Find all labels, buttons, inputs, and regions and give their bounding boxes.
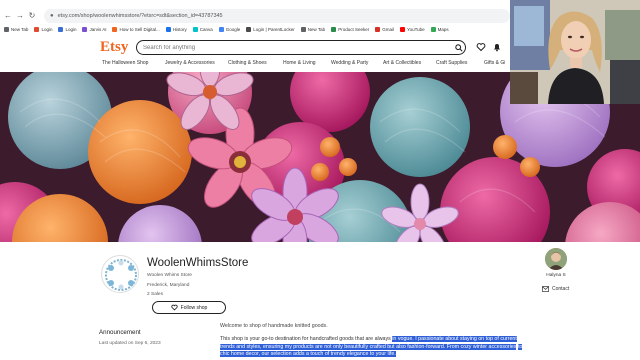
bookmark-icon — [218, 27, 224, 32]
forward-icon[interactable]: → — [14, 10, 26, 22]
heart-icon[interactable] — [476, 42, 486, 52]
presenter-video — [510, 0, 640, 104]
announcement-title: Announcement — [99, 329, 141, 336]
shop-location: Frederick, Maryland — [147, 283, 190, 288]
announcement-date: Last updated on Sep 6, 2023 — [99, 341, 161, 346]
bookmark-label: Canva — [199, 27, 213, 32]
bookmark-icon — [430, 27, 436, 32]
shop-sales: 2 Sales — [147, 292, 163, 297]
bookmark-icon — [399, 27, 405, 32]
nav-category-item[interactable]: Clothing & Shoes — [228, 60, 267, 66]
owner-photo — [545, 248, 567, 270]
shop-name: WoolenWhimsStore — [147, 257, 249, 269]
shop-logo-image — [103, 257, 138, 292]
bookmark-item[interactable]: Gmail — [375, 27, 394, 32]
owner-avatar[interactable] — [545, 248, 567, 270]
nav-category-item[interactable]: The Halloween Shop — [102, 60, 148, 66]
bookmark-item[interactable]: Login — [34, 27, 52, 32]
search-bar[interactable] — [136, 40, 466, 55]
para-highlight-1: in vogue. I passionate about staying on … — [392, 336, 517, 342]
bookmark-icon — [58, 27, 64, 32]
bookmark-label: Login — [65, 27, 77, 32]
bookmark-icon — [112, 27, 118, 32]
announcement-paragraph: This shop is your go-to destination for … — [220, 336, 525, 359]
bookmark-item[interactable]: How to Sell Digital... — [112, 27, 160, 32]
bookmark-label: Gmail — [382, 27, 394, 32]
follow-shop-label: Follow shop — [180, 304, 208, 311]
etsy-logo[interactable]: Etsy — [100, 39, 128, 56]
bookmark-icon — [34, 27, 40, 32]
contact-button[interactable]: Contact — [542, 286, 569, 292]
category-nav: The Halloween Shop Jewelry & Accessories C… — [0, 59, 510, 69]
welcome-text: Welcome to shop of handmade knitted good… — [220, 323, 328, 329]
bookmark-label: History — [172, 27, 187, 32]
bookmark-item[interactable]: Login — [58, 27, 76, 32]
bookmark-item[interactable]: Login | ParentLocker — [246, 27, 295, 32]
bookmark-icon — [300, 27, 306, 32]
bookmark-icon — [165, 27, 171, 32]
bookmark-label: YouTube — [406, 27, 425, 32]
nav-category-item[interactable]: Gifts & Gi — [484, 60, 505, 66]
nav-category-item[interactable]: Art & Collectibles — [383, 60, 421, 66]
bookmarks-bar: New Tab Login Login Jarvis AI How to Sell Di… — [0, 24, 510, 35]
etsy-header: Etsy — [0, 36, 510, 58]
bookmark-icon — [375, 27, 381, 32]
reload-icon[interactable]: ↻ — [26, 10, 38, 22]
bookmark-icon — [192, 27, 198, 32]
bookmark-item[interactable]: New Tab — [300, 27, 326, 32]
envelope-icon — [542, 286, 549, 292]
shop-tagline: Woolen Whims Store — [147, 273, 192, 278]
para-plain: This shop is your go-to destination for … — [220, 336, 393, 342]
bookmark-label: Google — [225, 27, 241, 32]
bookmark-item[interactable]: Google — [218, 27, 241, 32]
bookmark-item[interactable]: History — [165, 27, 187, 32]
bookmark-icon — [4, 27, 9, 32]
follow-shop-button[interactable]: Follow shop — [152, 301, 226, 314]
nav-category-item[interactable]: Jewelry & Accessories — [165, 60, 215, 66]
address-row: ← → ↻ ● etsy.com/shop/woolenwhimsstore/?… — [0, 8, 510, 24]
search-button[interactable] — [452, 41, 465, 54]
search-input[interactable] — [143, 44, 452, 51]
heart-icon — [171, 304, 178, 311]
bookmark-label: New Tab — [307, 27, 326, 32]
url-text: etsy.com/shop/woolenwhimsstore/?etsrc=sd… — [57, 13, 223, 19]
bookmark-label: Maps — [437, 27, 449, 32]
bookmark-label: How to Sell Digital... — [119, 27, 160, 32]
back-icon[interactable]: ← — [2, 10, 14, 22]
contact-label: Contact — [552, 286, 570, 292]
yarn-ball-orange — [88, 100, 192, 204]
bookmark-icon — [331, 27, 337, 32]
bookmark-item[interactable]: Jarvis AI — [82, 27, 106, 32]
webcam-overlay — [510, 0, 640, 104]
bookmark-item[interactable]: Maps — [430, 27, 449, 32]
owner-name: Halyna S — [546, 273, 566, 278]
bookmark-item[interactable]: New Tab — [4, 27, 28, 32]
nav-category-item[interactable]: Craft Supplies — [436, 60, 467, 66]
bookmark-label: New Tab — [11, 27, 29, 32]
nav-category-item[interactable]: Home & Living — [283, 60, 316, 66]
bookmark-label: Product Seeker — [338, 27, 370, 32]
lock-icon: ● — [50, 13, 54, 19]
nav-category-item[interactable]: Wedding & Party — [331, 60, 368, 66]
url-bar[interactable]: ● etsy.com/shop/woolenwhimsstore/?etsrc=… — [44, 9, 510, 23]
search-icon — [454, 43, 463, 52]
shop-logo — [101, 255, 139, 293]
bell-icon[interactable] — [492, 42, 502, 52]
bookmark-icon — [82, 27, 88, 32]
bookmark-item[interactable]: Product Seeker — [331, 27, 369, 32]
bookmark-label: Login | ParentLocker — [253, 27, 295, 32]
bookmark-item[interactable]: YouTube — [399, 27, 425, 32]
bookmark-icon — [246, 27, 252, 32]
bookmark-item[interactable]: Canva — [192, 27, 213, 32]
bookmark-label: Login — [41, 27, 53, 32]
bookmark-label: Jarvis AI — [89, 27, 107, 32]
para-highlight-2: trends and styles, ensuring my products … — [220, 343, 517, 350]
